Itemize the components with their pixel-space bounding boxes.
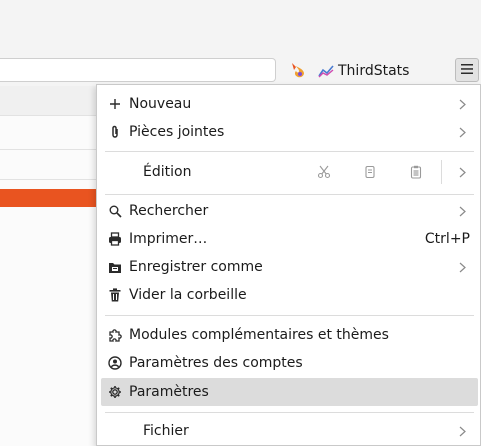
- flame-icon[interactable]: [289, 61, 307, 79]
- left-pane: [0, 86, 96, 446]
- thirdstats-button[interactable]: ThirdStats: [318, 60, 409, 82]
- left-pane-row: [0, 120, 96, 150]
- hamburger-icon: [461, 62, 473, 78]
- save-folder-icon: [101, 261, 129, 274]
- menu-separator: [105, 194, 474, 195]
- menu-item-imprimer[interactable]: Imprimer… Ctrl+P: [101, 225, 478, 253]
- menu-item-nouveau[interactable]: Nouveau: [101, 90, 478, 118]
- cut-icon[interactable]: [301, 160, 347, 184]
- left-pane-row: [0, 150, 96, 180]
- paste-icon[interactable]: [393, 160, 439, 184]
- app-menu: Nouveau Pièces jointes Édition Recherche…: [96, 84, 481, 446]
- search-input[interactable]: [0, 58, 276, 82]
- chevron-right-icon: [454, 206, 470, 217]
- trash-icon: [101, 288, 129, 302]
- chevron-right-icon: [454, 127, 470, 138]
- menu-item-parametres-comptes[interactable]: Paramètres des comptes: [101, 349, 478, 377]
- account-settings-icon: [101, 356, 129, 370]
- menu-item-rechercher[interactable]: Rechercher: [101, 197, 478, 225]
- chevron-right-icon: [454, 426, 470, 437]
- menu-item-modules[interactable]: Modules complémentaires et thèmes: [101, 321, 478, 349]
- paperclip-icon: [101, 125, 129, 139]
- chevron-right-icon: [454, 262, 470, 273]
- menu-separator: [105, 315, 474, 316]
- copy-icon[interactable]: [347, 160, 393, 184]
- puzzle-icon: [101, 328, 129, 343]
- thirdstats-label: ThirdStats: [338, 63, 410, 79]
- app-menu-button[interactable]: [455, 58, 479, 82]
- search-icon: [101, 205, 129, 218]
- left-pane-row: [0, 86, 96, 116]
- gear-icon: [101, 385, 129, 399]
- printer-icon: [101, 232, 129, 246]
- menu-item-parametres[interactable]: Paramètres: [101, 378, 478, 406]
- menu-item-fichier[interactable]: Fichier: [101, 417, 478, 445]
- menu-separator: [105, 412, 474, 413]
- menu-item-pieces-jointes[interactable]: Pièces jointes: [101, 118, 478, 146]
- shortcut-label: Ctrl+P: [424, 231, 470, 247]
- stats-icon: [318, 64, 334, 78]
- chevron-right-icon: [454, 167, 470, 178]
- menu-separator: [105, 151, 474, 152]
- menu-item-edition[interactable]: Édition: [101, 156, 478, 188]
- menu-item-enregistrer-comme[interactable]: Enregistrer comme: [101, 253, 478, 281]
- chevron-right-icon: [454, 99, 470, 110]
- menu-item-vider-corbeille[interactable]: Vider la corbeille: [101, 281, 478, 309]
- selected-row-highlight: [0, 189, 96, 207]
- plus-icon: [101, 98, 129, 110]
